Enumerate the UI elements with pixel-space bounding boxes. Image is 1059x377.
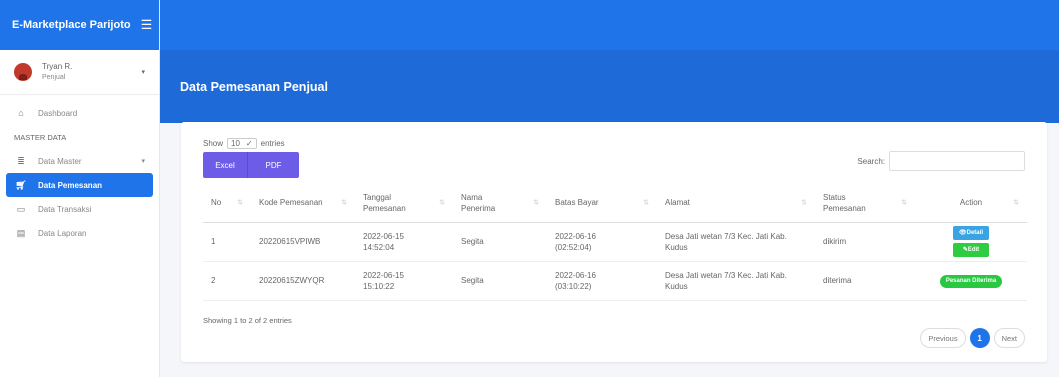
- previous-button[interactable]: Previous: [920, 328, 966, 348]
- col-label: Alamat: [665, 198, 690, 208]
- sidebar-item-label: Data Transaksi: [38, 204, 92, 214]
- eye-icon: 👁︎: [959, 229, 967, 236]
- database-icon: ≣: [17, 155, 25, 166]
- excel-button[interactable]: Excel: [203, 152, 247, 178]
- orders-table: No ⇅ Kode Pemesanan ⇅ Tanggal Pemesanan ⇅ N…: [203, 184, 1027, 301]
- brand: E-Marketplace Parijoto ☰: [0, 0, 159, 50]
- search-box: Search:: [857, 151, 1025, 171]
- sort-icon: ⇅: [901, 199, 907, 207]
- user-role: Penjual: [42, 74, 66, 81]
- detail-label: Detail: [966, 229, 983, 236]
- sidebar-item-label: Data Laporan: [38, 228, 87, 238]
- cell-no: 2: [203, 261, 251, 301]
- page-title: Data Pemesanan Penjual: [180, 80, 328, 94]
- col-label: Batas Bayar: [555, 198, 599, 208]
- status-badge: Pesanan Diterima: [939, 274, 1003, 288]
- sidebar-item-label: Data Pemesanan: [38, 180, 103, 190]
- col-nama[interactable]: Nama Penerima ⇅: [453, 184, 547, 223]
- sort-icon: ⇅: [341, 199, 347, 207]
- sidebar-item-data-transaksi[interactable]: ▭ Data Transaksi: [0, 197, 159, 221]
- col-label: Kode Pemesanan: [259, 198, 323, 208]
- cell-kode: 20220615VPIWB: [251, 222, 355, 262]
- cell-action: 👁︎ Detail ✎ Edit: [915, 222, 1027, 262]
- sidebar-item-data-master[interactable]: ≣ Data Master ▾: [0, 149, 159, 173]
- col-status[interactable]: Status Pemesanan ⇅: [815, 184, 915, 223]
- section-master-data: MASTER DATA: [14, 132, 67, 142]
- search-label: Search:: [857, 156, 885, 166]
- cell-status: diterima: [815, 261, 915, 301]
- sidebar-item-label: Data Master: [38, 156, 82, 166]
- col-no[interactable]: No ⇅: [203, 184, 251, 223]
- sort-icon: ⇅: [439, 199, 445, 207]
- table-row: 1 20220615VPIWB 2022-06-15 14:52:04 Segi…: [203, 222, 1027, 262]
- chevron-down-icon: ✓: [245, 139, 253, 148]
- col-action[interactable]: Action ⇅: [915, 184, 1027, 223]
- col-kode[interactable]: Kode Pemesanan ⇅: [251, 184, 355, 223]
- entries-select-value: 10: [231, 139, 240, 148]
- sidebar-item-dashboard[interactable]: ⌂ Dashboard: [0, 101, 159, 125]
- cell-no: 1: [203, 222, 251, 262]
- page-button-current[interactable]: 1: [969, 328, 990, 348]
- home-icon: ⌂: [18, 108, 24, 118]
- sidebar-item-data-pemesanan[interactable]: 🛒︎ Data Pemesanan: [6, 173, 153, 197]
- sort-icon: ⇅: [237, 199, 243, 207]
- length-control: Show 10 ✓ entries: [203, 138, 285, 149]
- col-tanggal[interactable]: Tanggal Pemesanan ⇅: [355, 184, 453, 223]
- edit-label: Edit: [967, 246, 980, 253]
- table-info: Showing 1 to 2 of 2 entries: [203, 316, 292, 325]
- avatar: [14, 63, 32, 81]
- money-icon: ▭: [16, 203, 26, 214]
- cart-icon: 🛒︎: [15, 179, 27, 190]
- sidebar-item-label: Dashboard: [38, 108, 78, 118]
- detail-button[interactable]: 👁︎ Detail: [953, 226, 989, 240]
- report-icon: ▤: [16, 227, 26, 238]
- search-input[interactable]: [889, 151, 1025, 171]
- cell-alamat: Desa Jati wetan 7/3 Kec. Jati Kab. Kudus: [657, 222, 815, 262]
- cell-status: dikirim: [815, 222, 915, 262]
- cell-kode: 20220615ZWYQR: [251, 261, 355, 301]
- sidebar: E-Marketplace Parijoto ☰ Tryan R. Penjua…: [0, 0, 160, 377]
- col-alamat[interactable]: Alamat ⇅: [657, 184, 815, 223]
- cell-alamat: Desa Jati wetan 7/3 Kec. Jati Kab. Kudus: [657, 261, 815, 301]
- top-navbar: [160, 0, 1059, 50]
- brand-title[interactable]: E-Marketplace Parijoto: [12, 19, 131, 31]
- user-panel[interactable]: Tryan R. Penjual ▾: [0, 50, 159, 95]
- next-button[interactable]: Next: [993, 328, 1025, 348]
- sort-icon: ⇅: [643, 199, 649, 207]
- col-label: Action: [959, 198, 983, 208]
- pdf-button[interactable]: PDF: [247, 152, 299, 178]
- sort-icon: ⇅: [533, 199, 539, 207]
- hamburger-icon[interactable]: ☰: [141, 17, 153, 33]
- sort-icon: ⇅: [801, 199, 807, 207]
- user-name: Tryan R.: [42, 62, 73, 71]
- entries-label: entries: [260, 139, 285, 148]
- chevron-down-icon: ▾: [141, 158, 145, 165]
- cell-tanggal: 2022-06-15 14:52:04: [355, 222, 453, 262]
- col-batas[interactable]: Batas Bayar ⇅: [547, 184, 657, 223]
- col-label: No: [211, 198, 222, 208]
- sort-icon: ⇅: [1013, 199, 1019, 207]
- orders-card: Show 10 ✓ entries Excel PDF Search: No ⇅ …: [181, 122, 1047, 362]
- pagination: Previous 1 Next: [920, 328, 1025, 348]
- cell-nama: Segita: [453, 222, 547, 262]
- export-buttons: Excel PDF: [203, 152, 299, 178]
- table-header-row: No ⇅ Kode Pemesanan ⇅ Tanggal Pemesanan ⇅ N…: [203, 184, 1027, 223]
- col-label: Tanggal Pemesanan: [363, 192, 406, 213]
- cell-batas: 2022-06-16 (02:52:04): [547, 222, 657, 262]
- entries-select[interactable]: 10 ✓: [227, 138, 257, 149]
- cell-tanggal: 2022-06-15 15:10:22: [355, 261, 453, 301]
- chevron-down-icon[interactable]: ▾: [141, 68, 145, 76]
- cell-batas: 2022-06-16 (03:10:22): [547, 261, 657, 301]
- cell-action: Pesanan Diterima: [915, 261, 1027, 301]
- table-row: 2 20220615ZWYQR 2022-06-15 15:10:22 Segi…: [203, 261, 1027, 301]
- col-label: Nama Penerima: [461, 192, 496, 213]
- cell-nama: Segita: [453, 261, 547, 301]
- sidebar-item-data-laporan[interactable]: ▤ Data Laporan: [0, 221, 159, 245]
- edit-button[interactable]: ✎ Edit: [953, 243, 989, 257]
- show-label: Show: [203, 139, 224, 148]
- col-label: Status Pemesanan: [823, 192, 866, 213]
